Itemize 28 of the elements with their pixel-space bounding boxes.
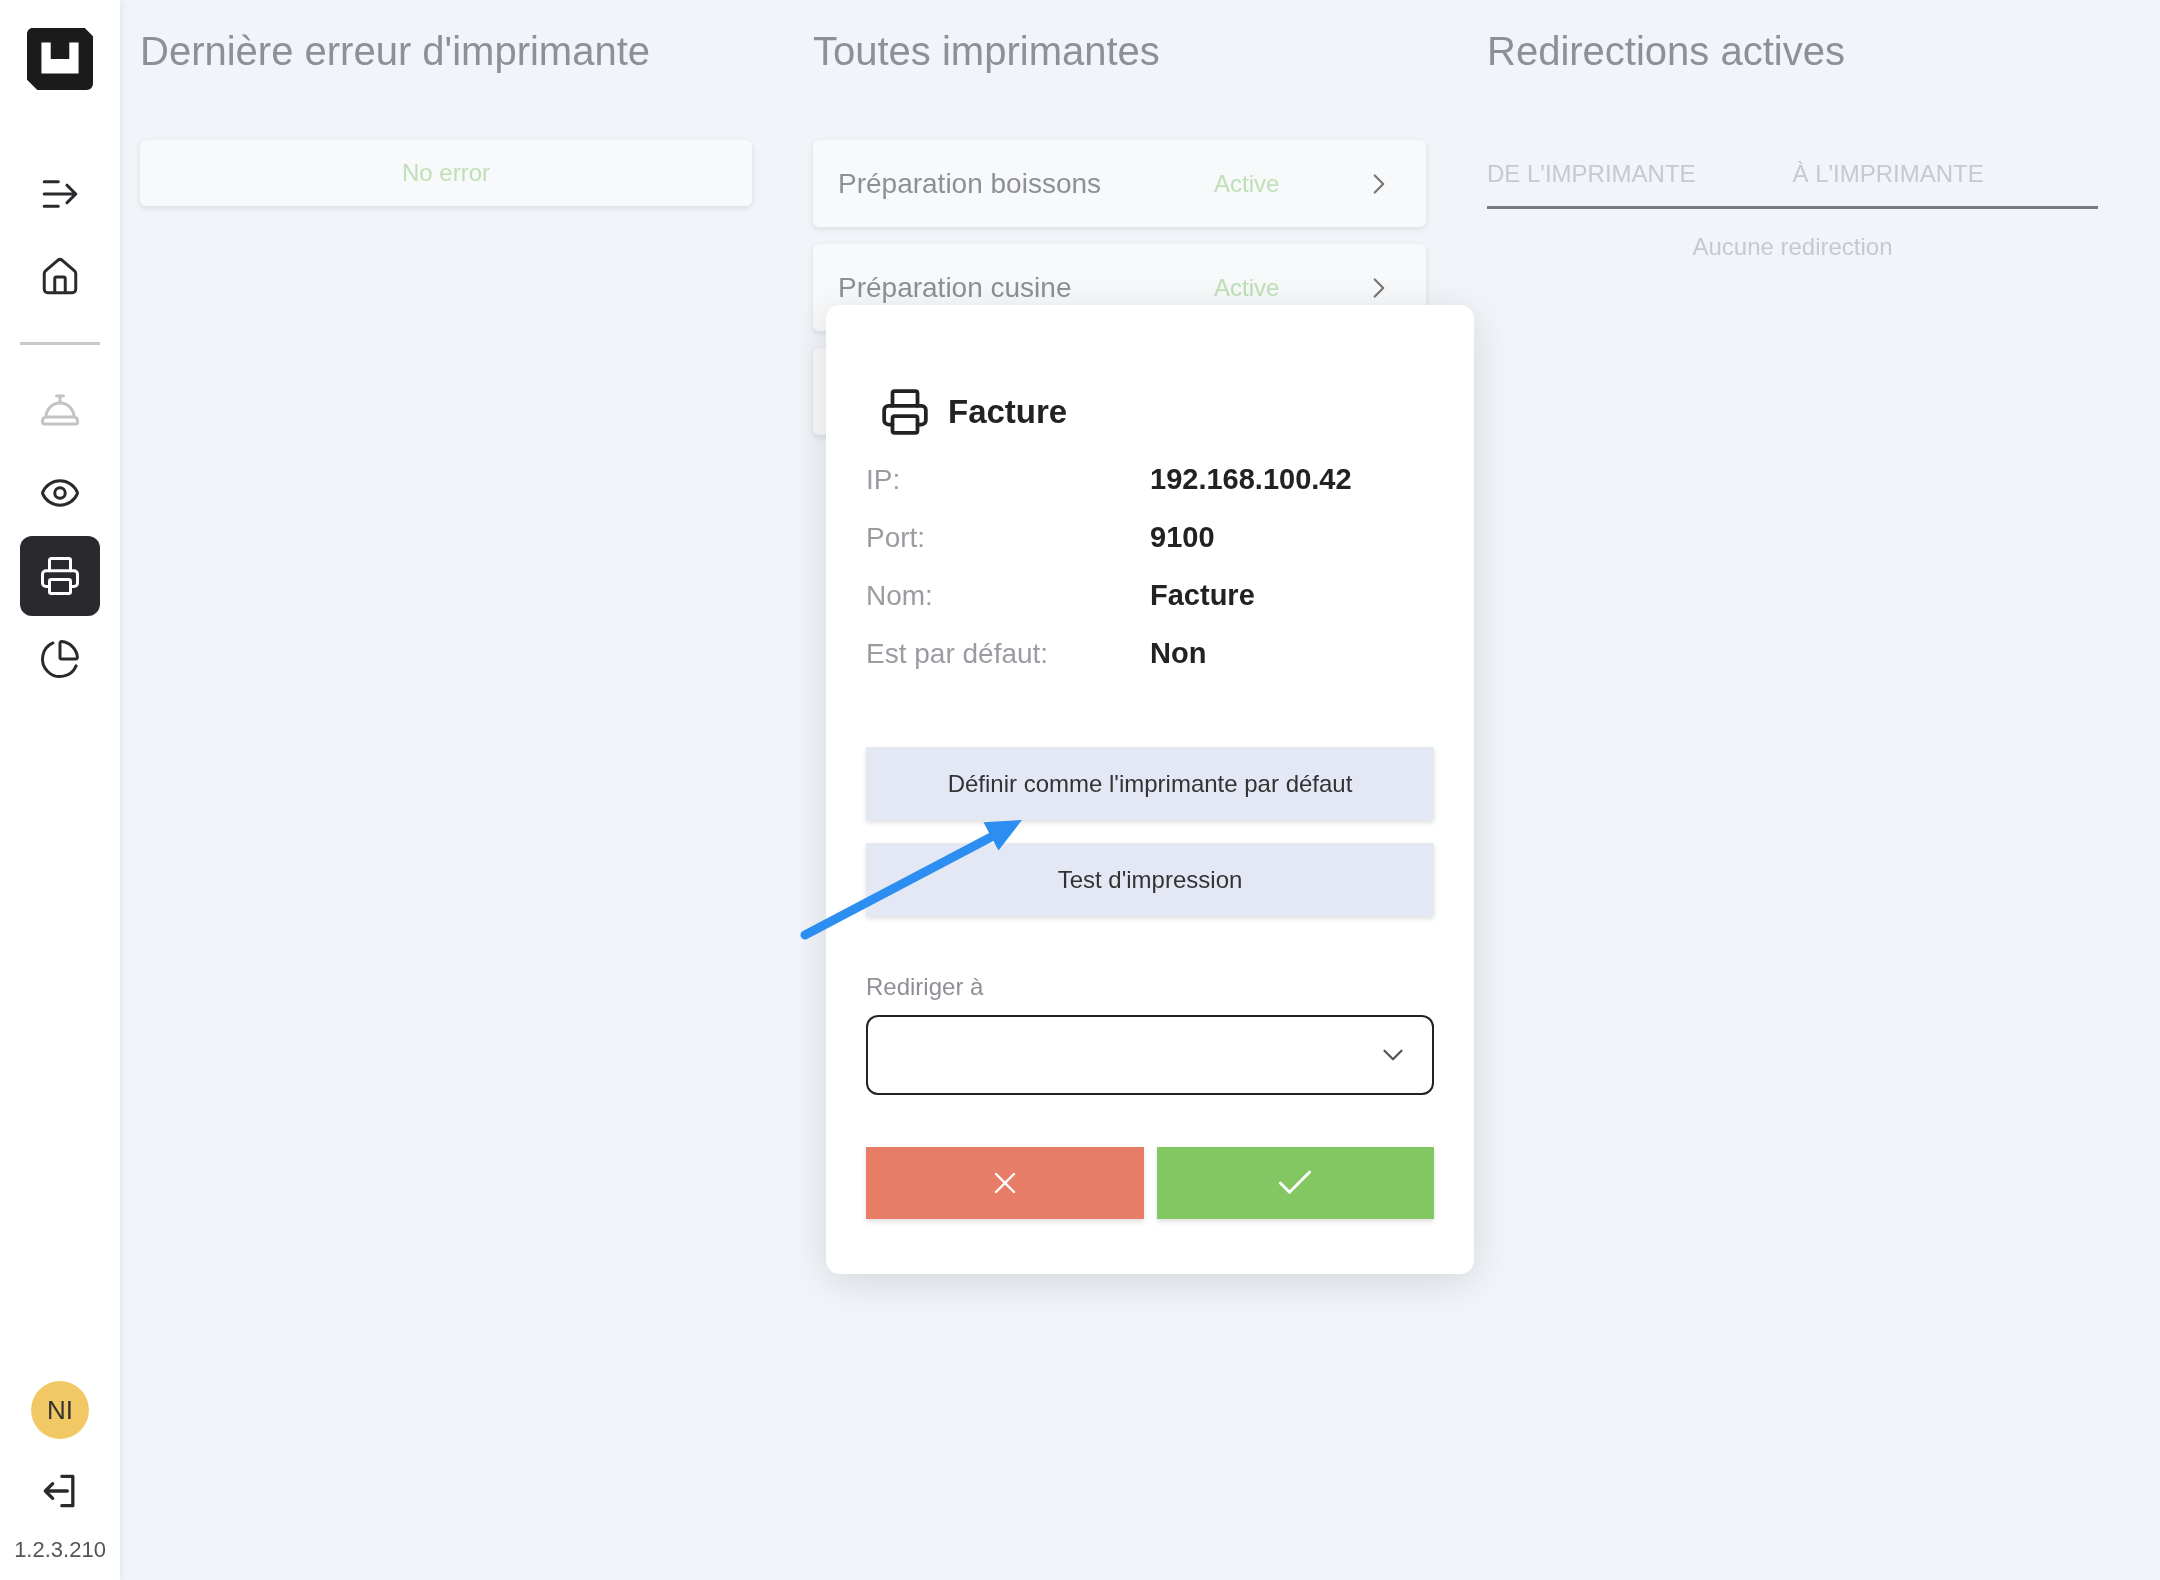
version-label: 1.2.3.210: [14, 1536, 106, 1564]
pie-chart-icon: [39, 638, 81, 680]
printer-name: Préparation boissons: [838, 166, 1103, 201]
detail-value: 192.168.100.42: [1150, 462, 1352, 498]
error-message: No error: [402, 158, 490, 188]
section-title: Redirections actives: [1487, 28, 1846, 75]
printer-status: Active: [1214, 168, 1280, 199]
action-button[interactable]: Test d'impression: [866, 843, 1434, 916]
section-title: Toutes imprimantes: [813, 28, 1161, 75]
detail-value: Non: [1150, 636, 1207, 672]
detail-value: Facture: [1150, 578, 1255, 614]
section-title: Dernière erreur d'imprimante: [140, 28, 652, 75]
detail-label: IP:: [866, 463, 902, 497]
logo-icon: [27, 28, 93, 90]
printer-name: Préparation cusine: [838, 270, 1073, 305]
field-label: Rediriger à: [866, 972, 985, 1002]
detail-label: Port:: [866, 521, 927, 555]
detail-label: Nom:: [866, 579, 934, 613]
printer-icon: [880, 387, 930, 437]
printer-status: Active: [1214, 272, 1280, 303]
sidebar-button[interactable]: [20, 536, 100, 616]
redirect-select[interactable]: [866, 1015, 1434, 1095]
dialog-title: Facture: [948, 392, 1068, 433]
user-avatar[interactable]: NI: [31, 1381, 89, 1439]
detail-label: Est par défaut:: [866, 637, 1050, 671]
detail-value: 9100: [1150, 520, 1215, 556]
action-button[interactable]: Définir comme l'imprimante par défaut: [866, 747, 1434, 820]
printer-icon: [39, 555, 81, 597]
